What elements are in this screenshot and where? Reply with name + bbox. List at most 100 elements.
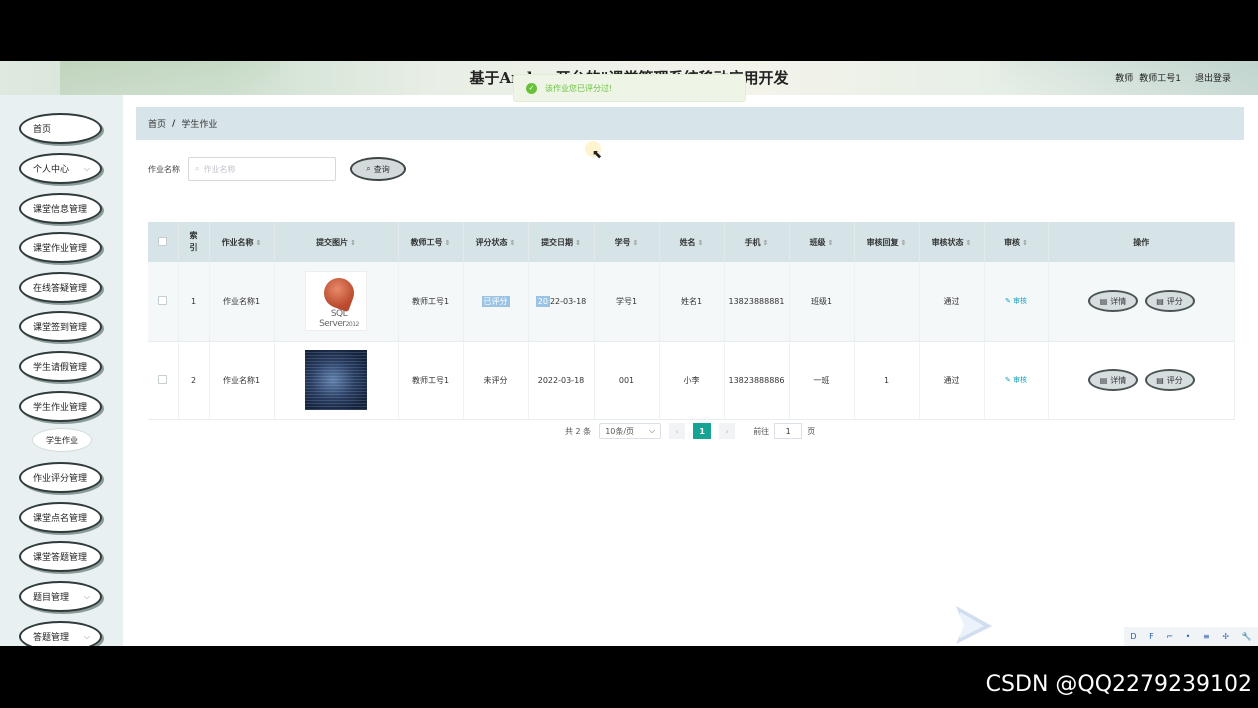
sort-icon[interactable]: ⇕	[575, 239, 581, 247]
sidebar-item-sign-in[interactable]: 课堂签到管理	[19, 311, 102, 342]
detail-button[interactable]: ▤ 详情	[1087, 369, 1138, 391]
sidebar-item-class-homework[interactable]: 课堂作业管理	[19, 232, 102, 263]
sidebar-item-label: 题目管理	[33, 593, 70, 603]
sort-icon[interactable]: ⇕	[256, 239, 262, 247]
prev-page-button[interactable]: ‹	[669, 423, 686, 439]
sidebar-item-class-info[interactable]: 课堂信息管理	[19, 193, 102, 224]
sidebar-item-class-quiz[interactable]: 课堂答题管理	[19, 541, 102, 572]
sidebar-item-label: 课堂点名管理	[33, 514, 88, 524]
cell-audit-status: 通过	[919, 262, 985, 342]
sidebar-item-online-qa[interactable]: 在线答疑管理	[19, 272, 102, 303]
cell-class: 一班	[789, 341, 855, 420]
audit-link[interactable]: ✎ 审核	[1005, 297, 1027, 305]
sort-icon[interactable]: ⇕	[966, 239, 972, 247]
submission-image[interactable]	[305, 350, 367, 410]
column-header[interactable]: 提交图片 ⇕	[274, 222, 399, 262]
search-button[interactable]: ⌕ 查询	[350, 157, 406, 181]
sidebar-item-leave[interactable]: 学生请假管理	[19, 351, 102, 382]
logout-link[interactable]: 退出登录	[1195, 71, 1231, 84]
sort-icon[interactable]: ⇕	[1022, 239, 1028, 247]
sort-icon[interactable]: ⇕	[350, 239, 356, 247]
row-checkbox[interactable]	[158, 374, 168, 384]
column-header-label: 评分状态	[475, 237, 508, 247]
sql-server-logo-icon	[319, 274, 359, 313]
column-header[interactable]: 审核回复 ⇕	[854, 222, 920, 262]
main-content: 首页 / 学生作业 作业名称 ⌕ 作业名称 ⌕ 查询 索引 作业名称 ⇕ 提交图片…	[123, 95, 1258, 646]
sort-icon[interactable]: ⇕	[698, 239, 704, 247]
check-circle-icon: ✓	[526, 82, 537, 94]
column-header[interactable]: 评分状态 ⇕	[463, 222, 529, 262]
document-icon: ▤	[1156, 296, 1164, 306]
column-header[interactable]: 提交日期 ⇕	[528, 222, 595, 262]
column-header[interactable]: 班级 ⇕	[789, 222, 855, 262]
pagination-total: 共 2 条	[565, 426, 592, 436]
column-header[interactable]: 姓名 ⇕	[659, 222, 725, 262]
breadcrumb-current: 学生作业	[181, 120, 218, 130]
sort-icon[interactable]: ⇕	[445, 239, 451, 247]
column-header[interactable]: 审核状态 ⇕	[919, 222, 985, 262]
tray-icon[interactable]: ⌐	[1166, 632, 1173, 641]
sidebar-item-student-homework[interactable]: 学生作业管理	[19, 391, 102, 422]
tray-icon[interactable]: ≡	[1203, 632, 1210, 641]
column-header-label: 提交图片	[316, 237, 349, 247]
column-header[interactable]: 手机 ⇕	[724, 222, 790, 262]
audit-link[interactable]: ✎ 审核	[1005, 376, 1027, 384]
chevron-down-icon: ⌵	[83, 592, 90, 601]
page-size-select[interactable]: 10条/页 ⌵	[599, 423, 662, 439]
sidebar-subitem-student-homework[interactable]: 学生作业	[32, 428, 92, 452]
column-header[interactable]: 学号 ⇕	[594, 222, 660, 262]
sidebar-item-roll-call[interactable]: 课堂点名管理	[19, 502, 102, 533]
column-header-label: 操作	[1133, 237, 1150, 247]
select-all-header	[148, 222, 179, 262]
cell-student-no: 001	[594, 341, 660, 420]
tray-icon[interactable]: 🔧	[1242, 632, 1252, 641]
user-role: 教师	[1115, 74, 1134, 84]
sidebar-item-label: 课堂签到管理	[33, 323, 88, 333]
sidebar-item-homework-score[interactable]: 作业评分管理	[19, 462, 102, 493]
sidebar-item-personal-center[interactable]: 个人中心 ⌵	[19, 153, 102, 184]
column-header[interactable]: 教师工号 ⇕	[398, 222, 464, 262]
sidebar-item-questions[interactable]: 题目管理 ⌵	[19, 581, 102, 612]
score-button[interactable]: ▤ 评分	[1144, 290, 1195, 313]
detail-button[interactable]: ▤ 详情	[1087, 290, 1138, 313]
column-header[interactable]: 作业名称 ⇕	[209, 222, 275, 262]
image-caption: SQL Server2012	[319, 309, 359, 330]
tray-icon[interactable]: •	[1186, 632, 1191, 641]
sort-icon[interactable]: ⇕	[828, 239, 834, 247]
column-header[interactable]: 审核 ⇕	[984, 222, 1049, 262]
page-size-value: 10条/页	[605, 426, 635, 436]
cell-name: 作业名称1	[209, 262, 275, 342]
submission-image[interactable]: SQL Server2012	[305, 271, 367, 332]
sort-icon[interactable]: ⇕	[510, 239, 516, 247]
cell-score-status: 未评分	[463, 341, 529, 420]
cell-date: 2022-03-18	[528, 341, 595, 420]
page-number-current[interactable]: 1	[693, 423, 712, 439]
cell-image	[274, 341, 399, 420]
tray-icon[interactable]: ✢	[1222, 632, 1229, 641]
tray-icon[interactable]: D	[1130, 632, 1136, 641]
sidebar-item-label: 课堂作业管理	[33, 244, 88, 254]
sort-icon[interactable]: ⇕	[633, 239, 639, 247]
score-button-label: 评分	[1166, 375, 1183, 385]
sidebar-item-label: 个人中心	[33, 165, 70, 175]
next-page-button[interactable]: ›	[719, 423, 736, 439]
app-screen: 基于Andro 开台的"课堂管理系统移动应用开发 教师 教师工号1 退出登录 ✓…	[0, 61, 1258, 646]
cell-actions: ▤ 详情 ▤ 评分	[1048, 262, 1235, 342]
goto-page-input[interactable]: 1	[774, 423, 803, 439]
sidebar-item-home[interactable]: 首页	[19, 113, 102, 144]
table-row: 2 作业名称1 教师工号1 未评分 2022-03-18 001 小李 1382…	[148, 341, 1235, 420]
score-button[interactable]: ▤ 评分	[1144, 369, 1195, 391]
sort-icon[interactable]: ⇕	[763, 239, 769, 247]
date-highlight: 20	[535, 295, 550, 307]
select-all-checkbox[interactable]	[158, 236, 168, 246]
row-checkbox[interactable]	[158, 295, 168, 305]
sort-icon[interactable]: ⇕	[901, 239, 907, 247]
detail-button-label: 详情	[1110, 375, 1127, 385]
edit-icon: ✎	[1004, 376, 1011, 384]
breadcrumb-home[interactable]: 首页	[148, 117, 166, 130]
tray-icon[interactable]: F	[1149, 632, 1154, 641]
detail-button-label: 详情	[1110, 296, 1127, 306]
column-header-label: 审核回复	[866, 237, 899, 247]
sidebar-item-answers[interactable]: 答题管理 ⌵	[19, 621, 102, 646]
search-input[interactable]: ⌕ 作业名称	[188, 157, 336, 181]
